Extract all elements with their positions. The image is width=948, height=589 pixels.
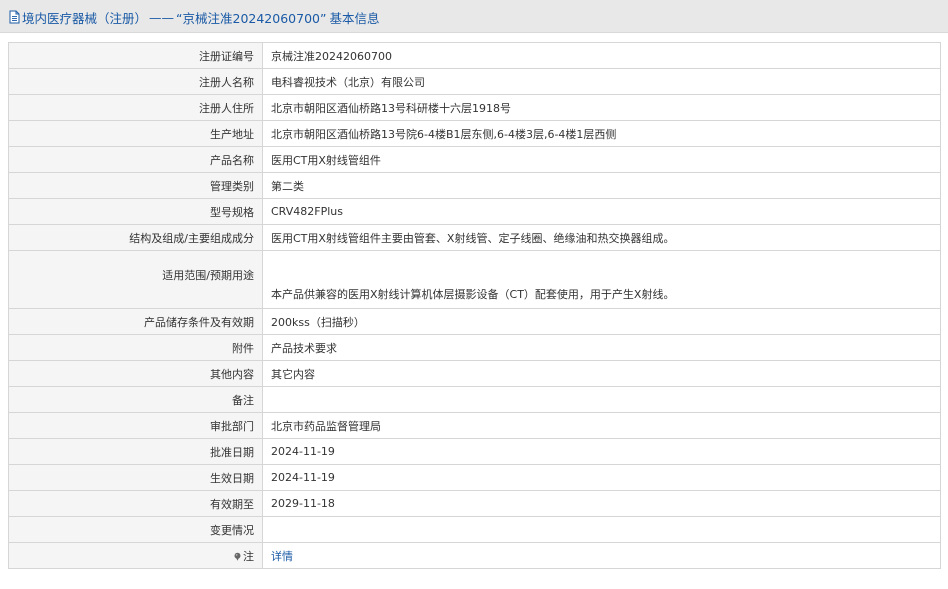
table-row: 注册证编号 京械注准20242060700: [8, 42, 941, 69]
note-label-text: 注: [243, 549, 254, 563]
table-row: 注册人住所 北京市朝阳区酒仙桥路13号科研楼十六层1918号: [8, 94, 941, 121]
table-row: 批准日期 2024-11-19: [8, 438, 941, 465]
table-row: 注 详情: [8, 542, 941, 569]
row-label: 审批部门: [8, 412, 263, 439]
row-label: 注册人名称: [8, 68, 263, 95]
row-value: 医用CT用X射线管组件: [262, 146, 941, 173]
row-value: 京械注准20242060700: [262, 42, 941, 69]
row-label: 适用范围/预期用途: [8, 250, 263, 309]
table-row: 有效期至 2029-11-18: [8, 490, 941, 517]
table-row: 型号规格 CRV482FPlus: [8, 198, 941, 225]
row-value: 北京市朝阳区酒仙桥路13号院6-4楼B1层东侧,6-4楼3层,6-4楼1层西侧: [262, 120, 941, 147]
row-label: 生效日期: [8, 464, 263, 491]
row-value: 2029-11-18: [262, 490, 941, 517]
header-registration-number: “京械注准20242060700”: [176, 10, 327, 26]
row-value: [262, 516, 941, 543]
info-table: 注册证编号 京械注准20242060700 注册人名称 电科睿视技术（北京）有限…: [8, 42, 941, 569]
table-row: 产品名称 医用CT用X射线管组件: [8, 146, 941, 173]
page-title: 境内医疗器械（注册） —— “京械注准20242060700” 基本信息: [8, 8, 379, 26]
header-separator: ——: [149, 9, 175, 25]
row-label: 备注: [8, 386, 263, 413]
header-suffix: 基本信息: [329, 10, 380, 26]
row-label: 其他内容: [8, 360, 263, 387]
document-icon: [9, 10, 20, 24]
row-value: 北京市药品监督管理局: [262, 412, 941, 439]
note-label: 注: [8, 542, 263, 569]
table-row: 备注: [8, 386, 941, 413]
table-row: 变更情况: [8, 516, 941, 543]
row-value: 其它内容: [262, 360, 941, 387]
table-row: 产品储存条件及有效期 200kss（扫描秒）: [8, 308, 941, 335]
row-label: 生产地址: [8, 120, 263, 147]
row-label: 附件: [8, 334, 263, 361]
table-row: 管理类别 第二类: [8, 172, 941, 199]
row-value: 200kss（扫描秒）: [262, 308, 941, 335]
row-label: 批准日期: [8, 438, 263, 465]
row-label: 管理类别: [8, 172, 263, 199]
row-label: 产品名称: [8, 146, 263, 173]
details-link[interactable]: 详情: [271, 550, 293, 563]
row-value: 2024-11-19: [262, 438, 941, 465]
row-value: 第二类: [262, 172, 941, 199]
row-label: 产品储存条件及有效期: [8, 308, 263, 335]
pin-icon: [234, 552, 241, 561]
row-label: 变更情况: [8, 516, 263, 543]
row-value: CRV482FPlus: [262, 198, 941, 225]
table-row: 生产地址 北京市朝阳区酒仙桥路13号院6-4楼B1层东侧,6-4楼3层,6-4楼…: [8, 120, 941, 147]
row-label: 结构及组成/主要组成成分: [8, 224, 263, 251]
table-row: 注册人名称 电科睿视技术（北京）有限公司: [8, 68, 941, 95]
row-value: [262, 386, 941, 413]
table-row: 结构及组成/主要组成成分 医用CT用X射线管组件主要由管套、X射线管、定子线圈、…: [8, 224, 941, 251]
table-row: 适用范围/预期用途 本产品供兼容的医用X射线计算机体层摄影设备（CT）配套使用，…: [8, 250, 941, 309]
header-category: 境内医疗器械（注册）: [22, 10, 148, 26]
row-value: 产品技术要求: [262, 334, 941, 361]
row-value: 北京市朝阳区酒仙桥路13号科研楼十六层1918号: [262, 94, 941, 121]
page-header: 境内医疗器械（注册） —— “京械注准20242060700” 基本信息: [0, 0, 948, 33]
note-value: 详情: [262, 542, 941, 569]
table-row: 审批部门 北京市药品监督管理局: [8, 412, 941, 439]
table-row: 生效日期 2024-11-19: [8, 464, 941, 491]
row-label: 有效期至: [8, 490, 263, 517]
table-row: 附件 产品技术要求: [8, 334, 941, 361]
row-value: 医用CT用X射线管组件主要由管套、X射线管、定子线圈、绝缘油和热交换器组成。: [262, 224, 941, 251]
row-value: 2024-11-19: [262, 464, 941, 491]
row-value: 本产品供兼容的医用X射线计算机体层摄影设备（CT）配套使用，用于产生X射线。: [262, 250, 941, 309]
row-label: 型号规格: [8, 198, 263, 225]
row-label: 注册人住所: [8, 94, 263, 121]
row-value: 电科睿视技术（北京）有限公司: [262, 68, 941, 95]
table-row: 其他内容 其它内容: [8, 360, 941, 387]
row-label: 注册证编号: [8, 42, 263, 69]
